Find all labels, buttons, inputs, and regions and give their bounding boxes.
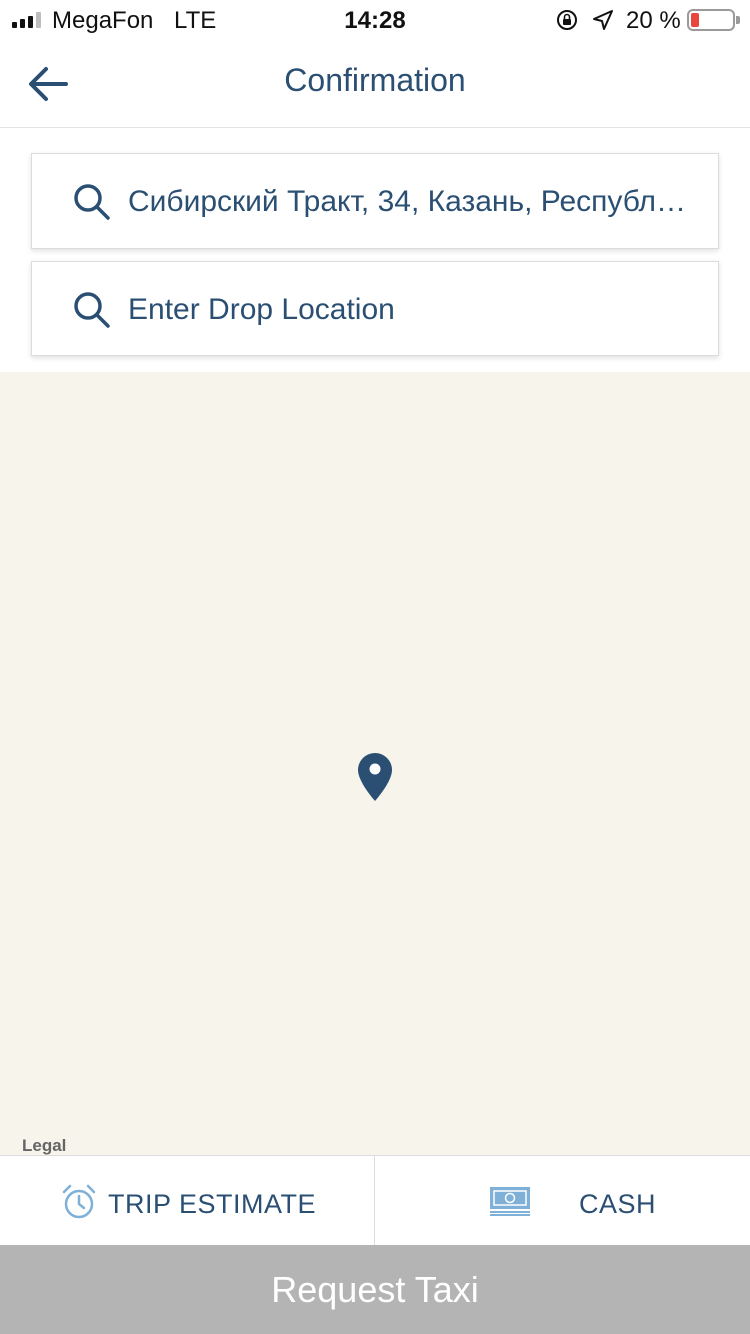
banknote-icon [490, 1187, 530, 1216]
drop-location-placeholder: Enter Drop Location [128, 293, 395, 326]
location-arrow-icon [593, 10, 613, 30]
page-title: Confirmation [284, 62, 466, 98]
trip-estimate-label: TRIP ESTIMATE [108, 1189, 317, 1219]
search-icon [74, 184, 110, 220]
orientation-lock-icon [557, 10, 577, 30]
request-taxi-button[interactable]: Request Taxi [0, 1245, 750, 1334]
trip-estimate-button[interactable]: TRIP ESTIMATE [0, 1156, 375, 1246]
map-pin-icon [358, 753, 392, 801]
payment-method-button[interactable]: CASH [375, 1156, 750, 1246]
battery-icon [687, 9, 740, 31]
alarm-clock-icon [62, 1184, 96, 1219]
search-icon [74, 292, 110, 328]
trip-options-bar: TRIP ESTIMATE CASH [0, 1155, 750, 1246]
map-view[interactable]: Legal [0, 372, 750, 1155]
pickup-location-field[interactable]: Сибирский Тракт, 34, Казань, Республика … [31, 153, 719, 249]
drop-location-field[interactable]: Enter Drop Location [31, 261, 719, 356]
pickup-location-value: Сибирский Тракт, 34, Казань, Республика … [128, 185, 688, 218]
status-bar: MegaFon LTE 14:28 20 % [0, 0, 750, 40]
nav-bar: Confirmation [0, 40, 750, 128]
battery-percent: 20 % [626, 7, 681, 34]
map-legal-link[interactable]: Legal [22, 1136, 66, 1156]
request-taxi-label: Request Taxi [271, 1268, 479, 1310]
battery-level [691, 13, 699, 27]
payment-method-label: CASH [579, 1189, 657, 1219]
